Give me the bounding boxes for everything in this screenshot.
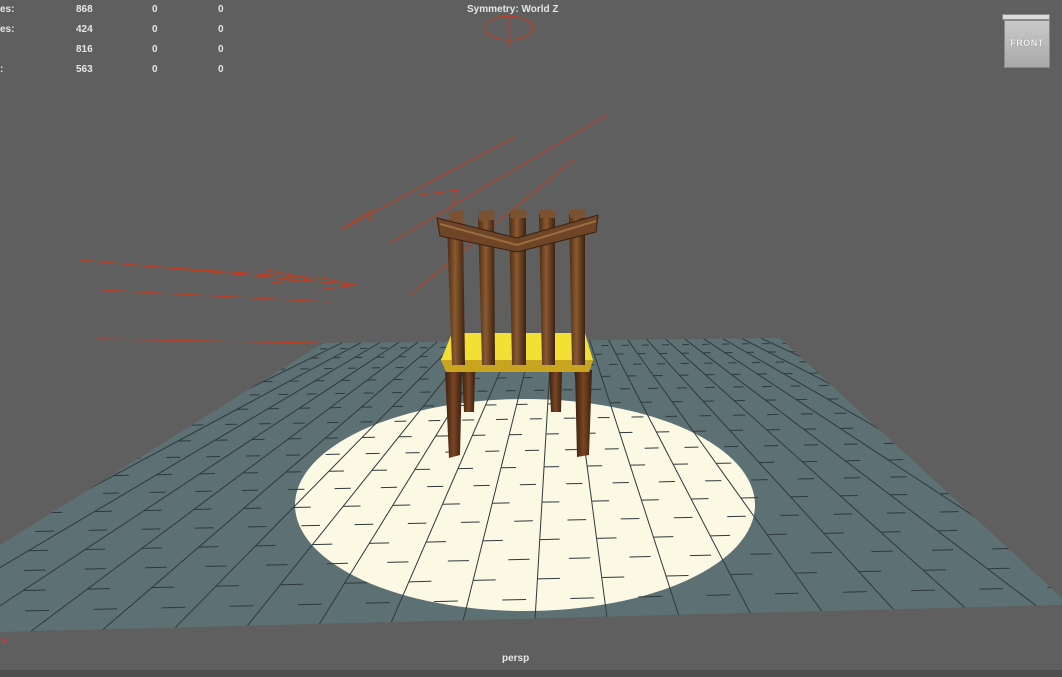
stat-label: es: [0, 24, 15, 35]
floor-tile-edge [823, 612, 849, 614]
floor-tile-edge [911, 589, 935, 592]
floor-tile-edge [706, 594, 731, 596]
floor-tile-edge [895, 610, 921, 613]
floor-tile-edge [151, 586, 175, 589]
3d-viewport[interactable]: es: 868 0 0 es: 424 0 0 816 0 0 : 563 0 … [0, 0, 1062, 677]
floor-tile-edge [408, 580, 432, 583]
floor-tile-edge [923, 569, 946, 571]
stat-value: 0 [152, 24, 158, 35]
floor-tile-edge [794, 572, 818, 574]
stat-value: 868 [76, 4, 93, 15]
axis-indicator: x [2, 635, 8, 645]
floor-tile-edge [730, 573, 753, 576]
floor-tile-edge [967, 608, 993, 611]
floor-tile-edge [280, 583, 303, 586]
floor-tile-edge [601, 576, 625, 578]
stat-value: 0 [218, 24, 224, 35]
floor-tile-edge [665, 574, 689, 577]
floor-tile-edge [537, 577, 560, 580]
floor-tile-edge [344, 582, 368, 584]
floor-tile-edge [102, 628, 128, 631]
light-manipulator-lines[interactable] [79, 114, 608, 344]
scene-canvas[interactable] [0, 0, 1062, 677]
floor-tile-edge [318, 623, 344, 626]
floor-tile-edge [1051, 566, 1062, 568]
view-cube-label: FRONT [1010, 38, 1044, 48]
floor-tile-edge [473, 579, 496, 581]
floor-tile-edge [462, 620, 489, 623]
floor-tile-edge [390, 622, 417, 624]
floor-tile-edge [987, 567, 1010, 570]
stat-value: 816 [76, 44, 93, 55]
floor-tile-edge [229, 605, 254, 607]
floor-tile-edge [23, 589, 46, 592]
symmetry-status: Symmetry: World Z [467, 4, 559, 15]
floor-tile-edge [679, 615, 705, 618]
floor-tile-edge [607, 617, 633, 619]
light-gizmo[interactable] [484, 14, 534, 48]
floor-tile-edge [25, 609, 50, 612]
stat-value: 0 [218, 4, 224, 15]
stat-label: es: [0, 4, 15, 15]
stat-value: 0 [218, 64, 224, 75]
stat-row: es: 868 0 0 [0, 4, 240, 16]
floor-tile-edge [534, 618, 561, 621]
stat-row: : 563 0 0 [0, 64, 240, 76]
floor-tile-edge [30, 630, 56, 632]
stat-value: 563 [76, 64, 93, 75]
time-ruler-edge [0, 670, 1062, 677]
stat-value: 0 [152, 4, 158, 15]
floor-tile-edge [161, 606, 186, 609]
floor-tile-edge [570, 597, 595, 599]
floor-tile-edge [93, 608, 118, 610]
floor-tile-edge [215, 585, 239, 587]
stat-value: 0 [152, 64, 158, 75]
floor-tile-edge [433, 600, 458, 603]
floor-tile-edge [774, 592, 799, 595]
floor-tile-edge [174, 627, 200, 629]
floor-tile-edge [842, 591, 867, 593]
floor-tile-edge [751, 613, 777, 616]
floor-tile-edge [87, 588, 110, 590]
floor-tile-edge [1039, 607, 1062, 609]
stat-value: 424 [76, 24, 93, 35]
floor-tile-edge [297, 603, 322, 606]
camera-name: persp [502, 653, 530, 664]
floor-tile-edge [246, 625, 272, 628]
floor-tile-edge [638, 595, 663, 598]
stat-value: 0 [218, 44, 224, 55]
floor-tile-edge [502, 598, 527, 601]
stat-label: : [0, 64, 4, 75]
floor-tile-edge [979, 588, 1004, 590]
stat-row: 816 0 0 [0, 44, 240, 56]
floor-tile-edge [858, 570, 882, 573]
floor-tile-edge [365, 602, 390, 604]
stat-row: es: 424 0 0 [0, 24, 240, 36]
stat-value: 0 [152, 44, 158, 55]
floor-tile-edge [1047, 586, 1062, 589]
spotlight-pool [295, 399, 755, 611]
